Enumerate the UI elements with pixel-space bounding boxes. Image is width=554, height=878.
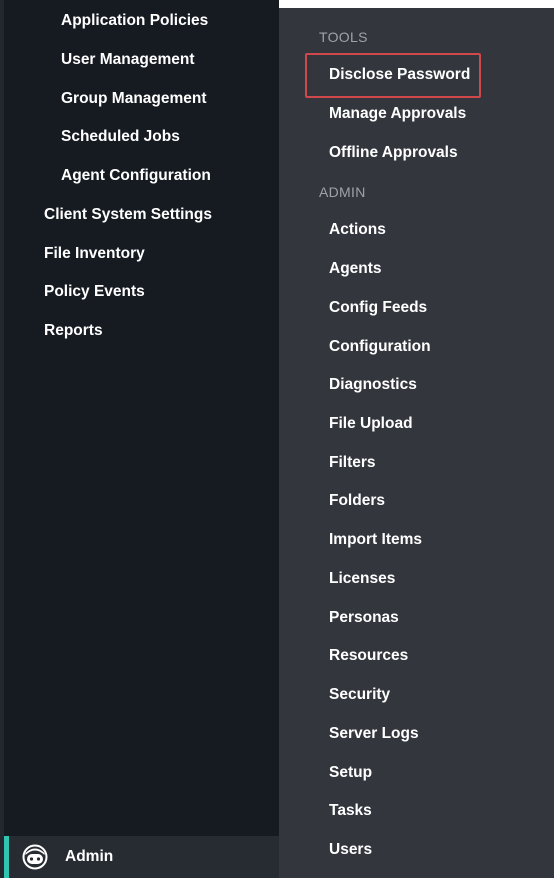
menu-item-users[interactable]: Users [329,834,372,866]
sidebar-nav: Application Policies User Management Gro… [4,0,279,836]
active-accent-bar [4,836,9,878]
menu-item-config-feeds[interactable]: Config Feeds [329,292,427,324]
menu-item-agents[interactable]: Agents [329,253,382,285]
sidebar-item-reports[interactable]: Reports [4,312,279,350]
menu-item-configuration[interactable]: Configuration [329,331,431,363]
menu-item-import-items[interactable]: Import Items [329,524,422,556]
menu-item-manage-approvals[interactable]: Manage Approvals [329,98,466,130]
menu-item-resources[interactable]: Resources [329,640,408,672]
robot-face-icon [22,844,48,870]
sidebar-item-application-policies[interactable]: Application Policies [4,2,279,40]
menu-item-diagnostics[interactable]: Diagnostics [329,369,417,401]
menu-item-offline-approvals[interactable]: Offline Approvals [329,137,458,169]
menu-item-folders[interactable]: Folders [329,485,385,517]
top-edge-divider [279,0,554,8]
sidebar-item-file-inventory[interactable]: File Inventory [4,235,279,273]
menu-item-security[interactable]: Security [329,679,390,711]
tools-section-heading: TOOLS [319,29,368,45]
sidebar-item-policy-events[interactable]: Policy Events [4,273,279,311]
menu-item-file-upload[interactable]: File Upload [329,408,413,440]
menu-item-setup[interactable]: Setup [329,757,372,789]
highlight-annotation-box [305,53,481,98]
sidebar-item-scheduled-jobs[interactable]: Scheduled Jobs [4,118,279,156]
menu-item-personas[interactable]: Personas [329,602,399,634]
sidebar-item-group-management[interactable]: Group Management [4,80,279,118]
user-account-bar[interactable]: Admin [4,836,279,878]
sidebar-item-user-management[interactable]: User Management [4,41,279,79]
menu-item-tasks[interactable]: Tasks [329,795,372,827]
admin-section-heading: ADMIN [319,184,366,200]
sidebar-item-client-system-settings[interactable]: Client System Settings [4,196,279,234]
user-name-label: Admin [65,848,114,865]
menu-item-filters[interactable]: Filters [329,447,376,479]
menu-item-actions[interactable]: Actions [329,214,386,246]
flyout-menu: TOOLS Disclose Password Manage Approvals… [279,8,554,878]
sidebar-item-agent-configuration[interactable]: Agent Configuration [4,157,279,195]
menu-item-server-logs[interactable]: Server Logs [329,718,419,750]
menu-item-licenses[interactable]: Licenses [329,563,395,595]
